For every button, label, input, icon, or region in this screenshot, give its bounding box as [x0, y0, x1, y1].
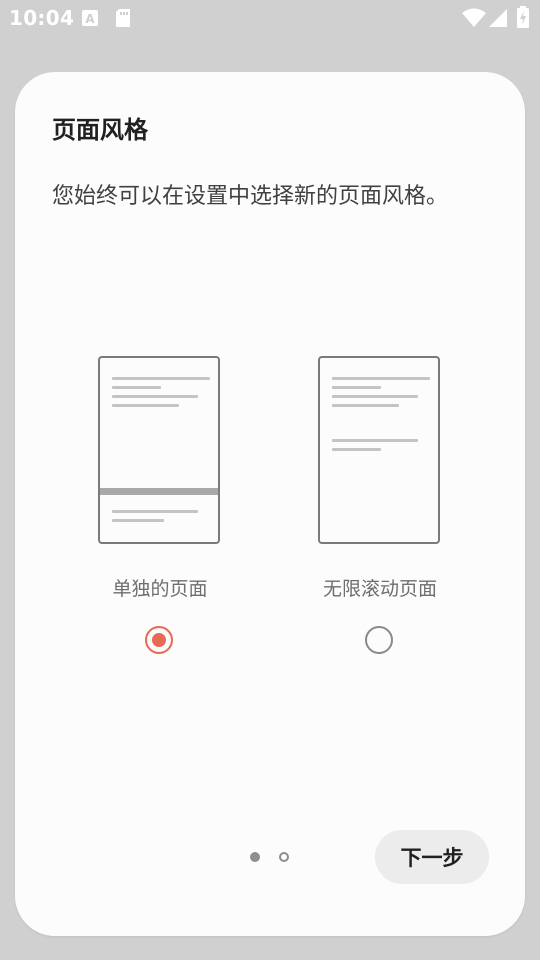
battery-charging-icon: [517, 6, 529, 28]
page-break-bar: [100, 488, 218, 495]
pager-dot-active: [250, 852, 260, 862]
dialog-description: 您始终可以在设置中选择新的页面风格。: [52, 184, 449, 209]
option-single-page-radio[interactable]: [145, 626, 173, 654]
single-page-preview-icon: [98, 356, 220, 544]
svg-text:A: A: [85, 12, 95, 26]
next-button[interactable]: 下一步: [375, 830, 489, 884]
status-bar: 10:04 A: [0, 0, 540, 36]
dialog-title: 页面风格: [52, 116, 148, 144]
option-infinite-scroll-radio[interactable]: [365, 626, 393, 654]
status-time: 10:04: [9, 6, 75, 30]
radio-selected-dot: [152, 633, 166, 647]
signal-icon: [489, 9, 507, 27]
page-style-dialog: 页面风格 您始终可以在设置中选择新的页面风格。 单独的页面 无限滚动页面 下一步: [15, 72, 525, 936]
wifi-icon: [462, 8, 486, 27]
sd-card-icon: [116, 9, 130, 27]
infinite-scroll-preview-icon: [318, 356, 440, 544]
option-single-page-label: 单独的页面: [112, 578, 208, 600]
pager-dot-inactive: [279, 852, 289, 862]
option-infinite-scroll-label: 无限滚动页面: [322, 578, 437, 600]
a-notification-icon: A: [82, 10, 98, 26]
